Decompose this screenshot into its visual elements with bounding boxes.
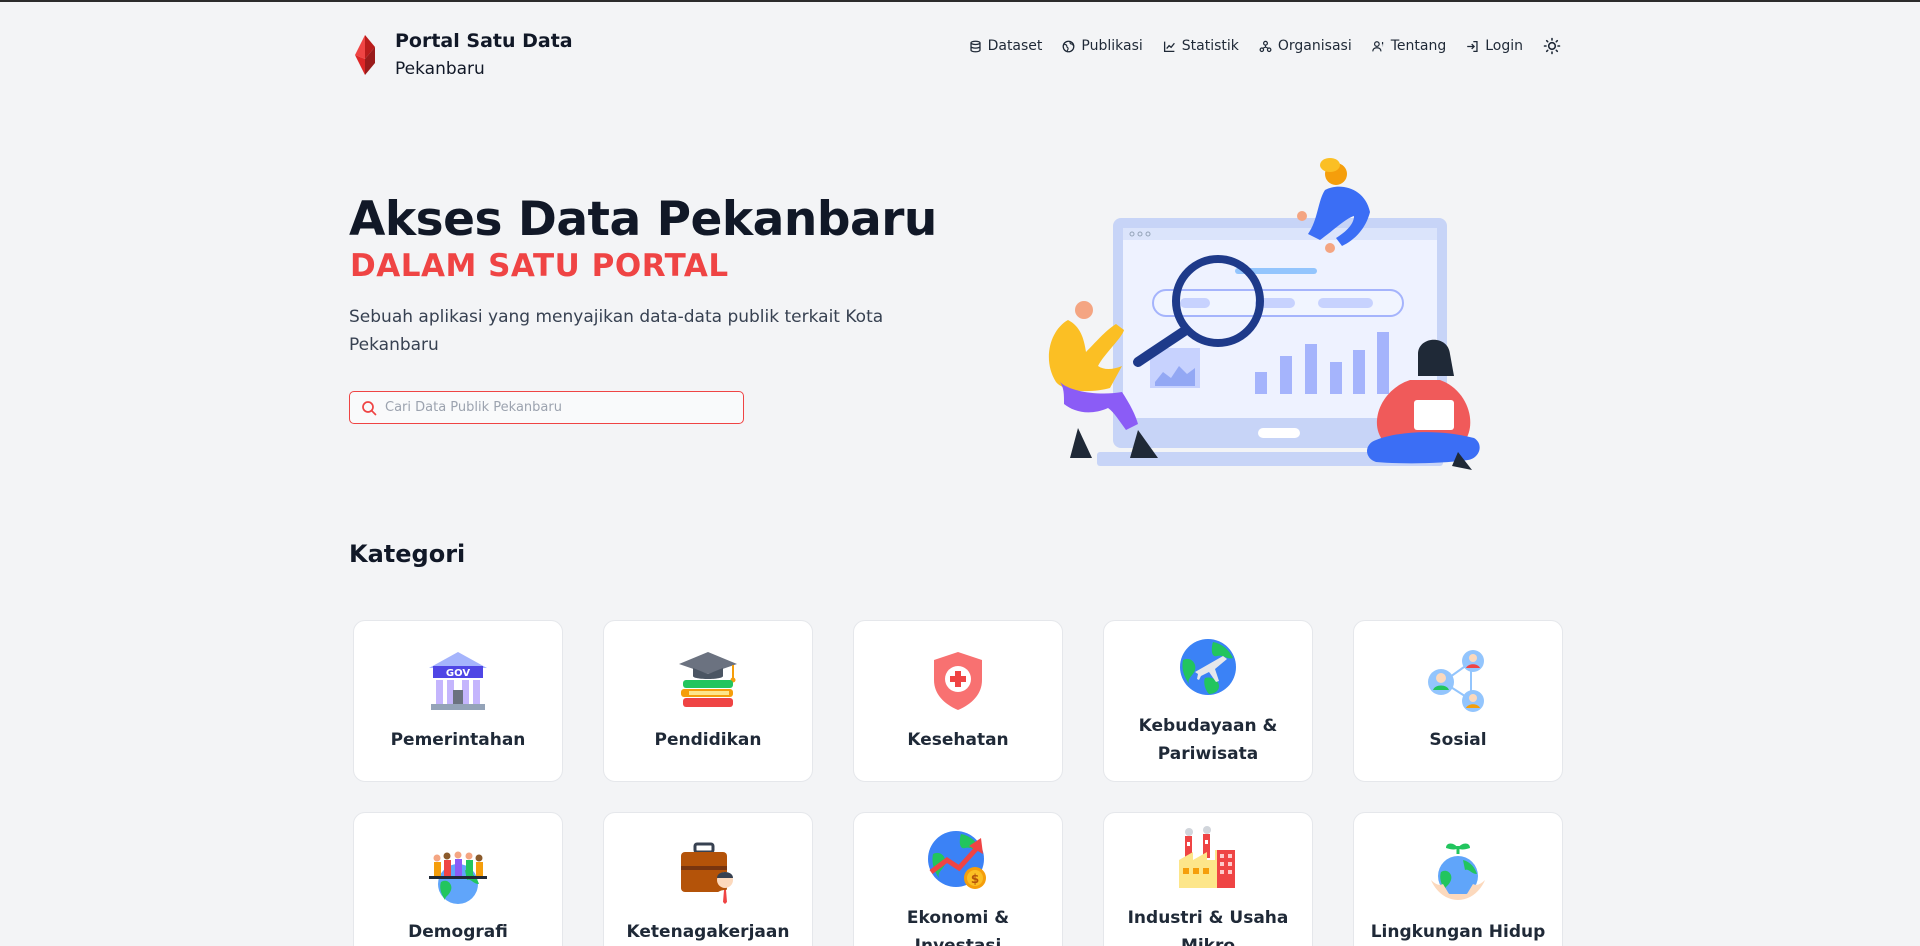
population-globe-icon	[429, 851, 487, 904]
kategori-label: Sosial	[1429, 730, 1487, 750]
kategori-label: Pemerintahan	[390, 730, 526, 750]
government-building-icon: GOV	[429, 652, 487, 710]
kategori-label: Pendidikan	[654, 730, 762, 750]
search-input[interactable]	[385, 400, 725, 415]
kategori-card-industri-usaha-mikro[interactable]: Industri & Usaha Mikro	[1103, 812, 1313, 946]
brand-subtitle: Pekanbaru	[395, 59, 485, 79]
organization-icon	[1259, 40, 1272, 52]
login-icon	[1467, 40, 1478, 52]
nav-organisasi-label: Organisasi	[1277, 38, 1352, 54]
portal-logo-icon	[355, 35, 375, 75]
nav-tentang[interactable]: Tentang	[1371, 38, 1447, 54]
database-icon	[969, 40, 981, 52]
globe-icon	[1062, 40, 1075, 52]
health-shield-icon	[934, 652, 982, 710]
kategori-label: Kebudayaan & Pariwisata	[1138, 716, 1278, 764]
hero-illustration	[1048, 158, 1480, 470]
kategori-label: Demografi	[408, 922, 508, 942]
social-network-icon	[1428, 650, 1484, 712]
svg-text:GOV: GOV	[446, 668, 470, 679]
kategori-label: Ketenagakerjaan	[626, 922, 790, 942]
nav-login-label: Login	[1485, 38, 1523, 54]
kategori-label: Kesehatan	[907, 730, 1009, 750]
kategori-card-kebudayaan-pariwisata[interactable]: Kebudayaan & Pariwisata	[1103, 620, 1313, 782]
hero-subtitle: DALAM SATU PORTAL	[350, 248, 729, 284]
economy-growth-icon: $	[928, 831, 986, 889]
site-header: Portal Satu Data Pekanbaru Dataset Publi…	[349, 24, 1561, 79]
briefcase-worker-icon	[681, 842, 737, 904]
user-info-icon	[1371, 40, 1383, 51]
main-nav: Dataset Publikasi Statistik Organisasi T…	[949, 37, 1561, 55]
kategori-card-sosial[interactable]: Sosial	[1353, 620, 1563, 782]
nav-statistik-label: Statistik	[1181, 38, 1239, 54]
kategori-label: Industri & Usaha Mikro	[1127, 908, 1289, 946]
nav-tentang-label: Tentang	[1390, 38, 1447, 54]
nav-publikasi[interactable]: Publikasi	[1062, 38, 1143, 54]
nav-organisasi[interactable]: Organisasi	[1259, 38, 1352, 54]
kategori-title: Kategori	[349, 540, 466, 568]
kategori-card-ketenagakerjaan[interactable]: Ketenagakerjaan	[603, 812, 813, 946]
kategori-label: Ekonomi & Investasi	[906, 908, 1010, 946]
search-box[interactable]	[349, 391, 744, 424]
window-top-border	[0, 0, 1920, 2]
hero-description: Sebuah aplikasi yang menyajikan data-dat…	[349, 307, 884, 355]
kategori-card-ekonomi-investasi[interactable]: $ Ekonomi & Investasi	[853, 812, 1063, 946]
kategori-card-kesehatan[interactable]: Kesehatan	[853, 620, 1063, 782]
graduation-books-icon	[679, 652, 737, 707]
nav-login[interactable]: Login	[1466, 38, 1523, 54]
chart-line-icon	[1163, 41, 1175, 52]
nav-dataset[interactable]: Dataset	[969, 38, 1043, 54]
factory-icon	[1179, 826, 1235, 888]
sun-icon[interactable]	[1543, 37, 1561, 55]
kategori-card-pemerintahan[interactable]: GOV Pemerintahan	[353, 620, 563, 782]
kategori-card-lingkungan-hidup[interactable]: Lingkungan Hidup	[1353, 812, 1563, 946]
environment-globe-icon	[1431, 843, 1485, 900]
brand-title: Portal Satu Data	[395, 30, 573, 52]
kategori-label: Lingkungan Hidup	[1370, 922, 1546, 942]
svg-text:$: $	[971, 872, 979, 886]
kategori-grid: GOV Pemerintahan Pendidikan Kesehatan Ke…	[353, 620, 1563, 946]
brand-logo[interactable]: Portal Satu Data Pekanbaru	[349, 27, 573, 83]
nav-dataset-label: Dataset	[987, 38, 1043, 54]
nav-publikasi-label: Publikasi	[1081, 38, 1143, 54]
kategori-card-pendidikan[interactable]: Pendidikan	[603, 620, 813, 782]
hero-title: Akses Data Pekanbaru	[349, 192, 937, 247]
kategori-card-demografi[interactable]: Demografi	[353, 812, 563, 946]
globe-plane-icon	[1180, 639, 1236, 695]
nav-statistik[interactable]: Statistik	[1163, 38, 1239, 54]
search-icon	[362, 400, 377, 415]
